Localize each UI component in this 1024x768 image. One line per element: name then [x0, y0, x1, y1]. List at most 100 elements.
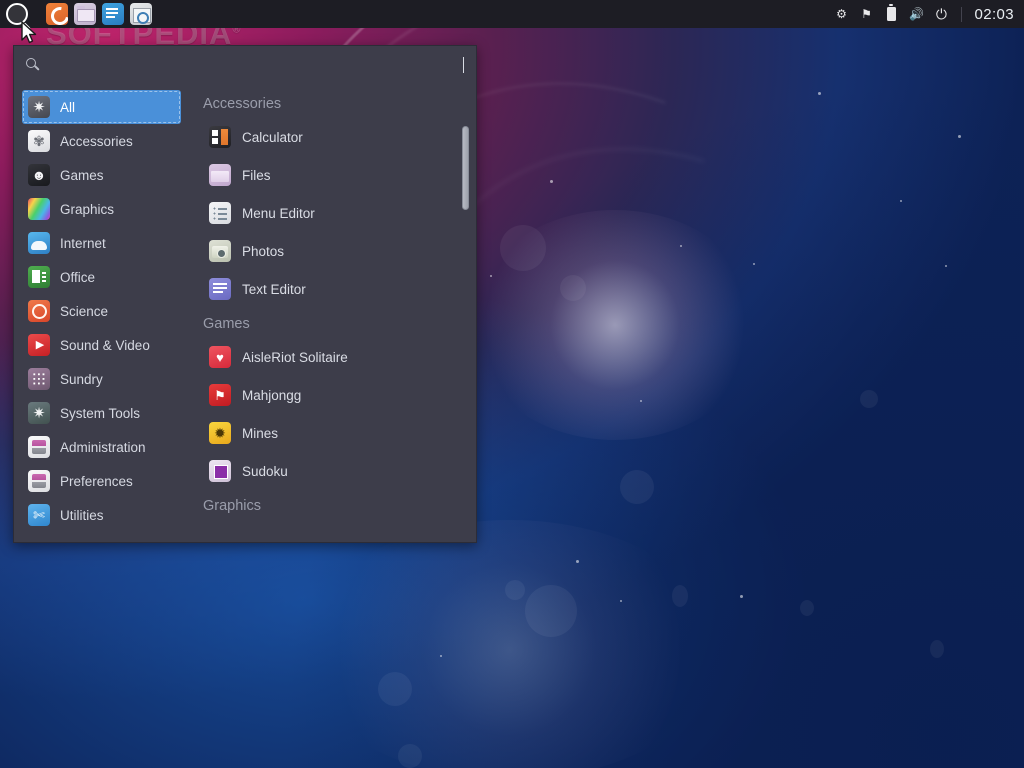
category-item-graphics[interactable]: Graphics	[22, 192, 181, 226]
notification-bell-icon[interactable]: ⚑	[858, 6, 874, 22]
sundry-icon	[28, 368, 50, 390]
category-label: System Tools	[60, 406, 140, 421]
top-panel: ⚙ ⚑ 🔊 ⏻ 02:03	[0, 0, 1024, 28]
app-item-mines[interactable]: Mines	[195, 414, 460, 452]
wallpaper-spark	[900, 200, 902, 202]
category-item-administration[interactable]: Administration	[22, 430, 181, 464]
application-list-container: Accessories Calculator Files Menu Editor…	[187, 84, 476, 542]
wallpaper-bokeh	[860, 390, 878, 408]
category-item-office[interactable]: Office	[22, 260, 181, 294]
wallpaper-spark	[490, 275, 492, 277]
app-item-files[interactable]: Files	[195, 156, 460, 194]
wallpaper-bokeh	[560, 275, 586, 301]
category-item-sound-video[interactable]: Sound & Video	[22, 328, 181, 362]
wallpaper-spark	[640, 400, 642, 402]
category-item-science[interactable]: Science	[22, 294, 181, 328]
text-editor-icon	[209, 278, 231, 300]
sudoku-icon	[209, 460, 231, 482]
application-list-scrollbar[interactable]	[461, 90, 470, 536]
wallpaper-spark	[680, 245, 682, 247]
magnifier-icon	[6, 3, 28, 25]
app-item-mahjongg[interactable]: Mahjongg	[195, 376, 460, 414]
wallpaper-glow-2	[300, 520, 720, 768]
wallpaper-spark	[818, 92, 821, 95]
games-icon	[28, 164, 50, 186]
group-header-accessories: Accessories	[195, 90, 460, 118]
menu-editor-icon	[209, 202, 231, 224]
wallpaper-spark	[576, 560, 579, 563]
category-item-accessories[interactable]: Accessories	[22, 124, 181, 158]
application-list: Accessories Calculator Files Menu Editor…	[187, 84, 476, 542]
category-item-games[interactable]: Games	[22, 158, 181, 192]
category-item-internet[interactable]: Internet	[22, 226, 181, 260]
panel-launchers	[40, 3, 152, 25]
menu-body: All Accessories Games Graphics Internet …	[14, 84, 476, 542]
wallpaper-spark	[753, 263, 755, 265]
search-icon	[26, 58, 41, 73]
category-list: All Accessories Games Graphics Internet …	[14, 84, 187, 542]
clock[interactable]: 02:03	[974, 6, 1014, 23]
search-bar[interactable]	[14, 46, 476, 84]
wallpaper-glow	[470, 210, 760, 440]
app-item-sudoku[interactable]: Sudoku	[195, 452, 460, 490]
app-label: Calculator	[242, 130, 303, 145]
network-icon[interactable]: ⚙	[833, 6, 849, 22]
scrollbar-thumb[interactable]	[462, 126, 469, 210]
app-label: AisleRiot Solitaire	[242, 350, 348, 365]
group-header-graphics: Graphics	[195, 492, 460, 520]
power-icon[interactable]: ⏻	[933, 6, 949, 22]
file-manager-launcher[interactable]	[74, 3, 96, 25]
text-editor-launcher[interactable]	[102, 3, 124, 25]
wallpaper-bokeh	[378, 672, 412, 706]
office-icon	[28, 266, 50, 288]
category-item-preferences[interactable]: Preferences	[22, 464, 181, 498]
settings-launcher[interactable]	[130, 3, 152, 25]
app-label: Files	[242, 168, 271, 183]
panel-left-section	[0, 0, 152, 28]
category-label: Office	[60, 270, 95, 285]
app-item-menu-editor[interactable]: Menu Editor	[195, 194, 460, 232]
category-label: Games	[60, 168, 104, 183]
category-item-all[interactable]: All	[22, 90, 181, 124]
app-label: Photos	[242, 244, 284, 259]
wallpaper-spark	[945, 265, 947, 267]
wallpaper-bokeh	[525, 585, 577, 637]
volume-icon[interactable]: 🔊	[908, 6, 924, 22]
files-icon	[209, 164, 231, 186]
graphics-icon	[28, 198, 50, 220]
wallpaper-bokeh	[620, 470, 654, 504]
category-label: Accessories	[60, 134, 133, 149]
internet-icon	[28, 232, 50, 254]
category-item-utilities[interactable]: Utilities	[22, 498, 181, 532]
category-label: Science	[60, 304, 108, 319]
app-label: Sudoku	[242, 464, 288, 479]
category-label: Graphics	[60, 202, 114, 217]
all-icon	[28, 96, 50, 118]
app-item-text-editor[interactable]: Text Editor	[195, 270, 460, 308]
app-item-photos[interactable]: Photos	[195, 232, 460, 270]
app-label: Mahjongg	[242, 388, 301, 403]
administration-icon	[28, 436, 50, 458]
solitaire-icon	[209, 346, 231, 368]
firefox-launcher[interactable]	[46, 3, 68, 25]
calculator-icon	[209, 126, 231, 148]
panel-separator	[961, 7, 962, 22]
search-input[interactable]	[51, 58, 465, 73]
text-caret	[463, 57, 464, 73]
science-icon	[28, 300, 50, 322]
applications-menu-button[interactable]	[0, 0, 34, 28]
app-item-calculator[interactable]: Calculator	[195, 118, 460, 156]
category-label: Sundry	[60, 372, 103, 387]
group-header-games: Games	[195, 310, 460, 338]
app-item-aisleriot-solitaire[interactable]: AisleRiot Solitaire	[195, 338, 460, 376]
category-item-system-tools[interactable]: System Tools	[22, 396, 181, 430]
wallpaper-spark	[620, 600, 622, 602]
system-tools-icon	[28, 402, 50, 424]
wallpaper-bokeh	[398, 744, 422, 768]
battery-icon[interactable]	[883, 6, 899, 22]
category-item-sundry[interactable]: Sundry	[22, 362, 181, 396]
wallpaper-bokeh	[800, 600, 814, 616]
app-label: Menu Editor	[242, 206, 315, 221]
accessories-icon	[28, 130, 50, 152]
wallpaper-bokeh	[500, 225, 546, 271]
